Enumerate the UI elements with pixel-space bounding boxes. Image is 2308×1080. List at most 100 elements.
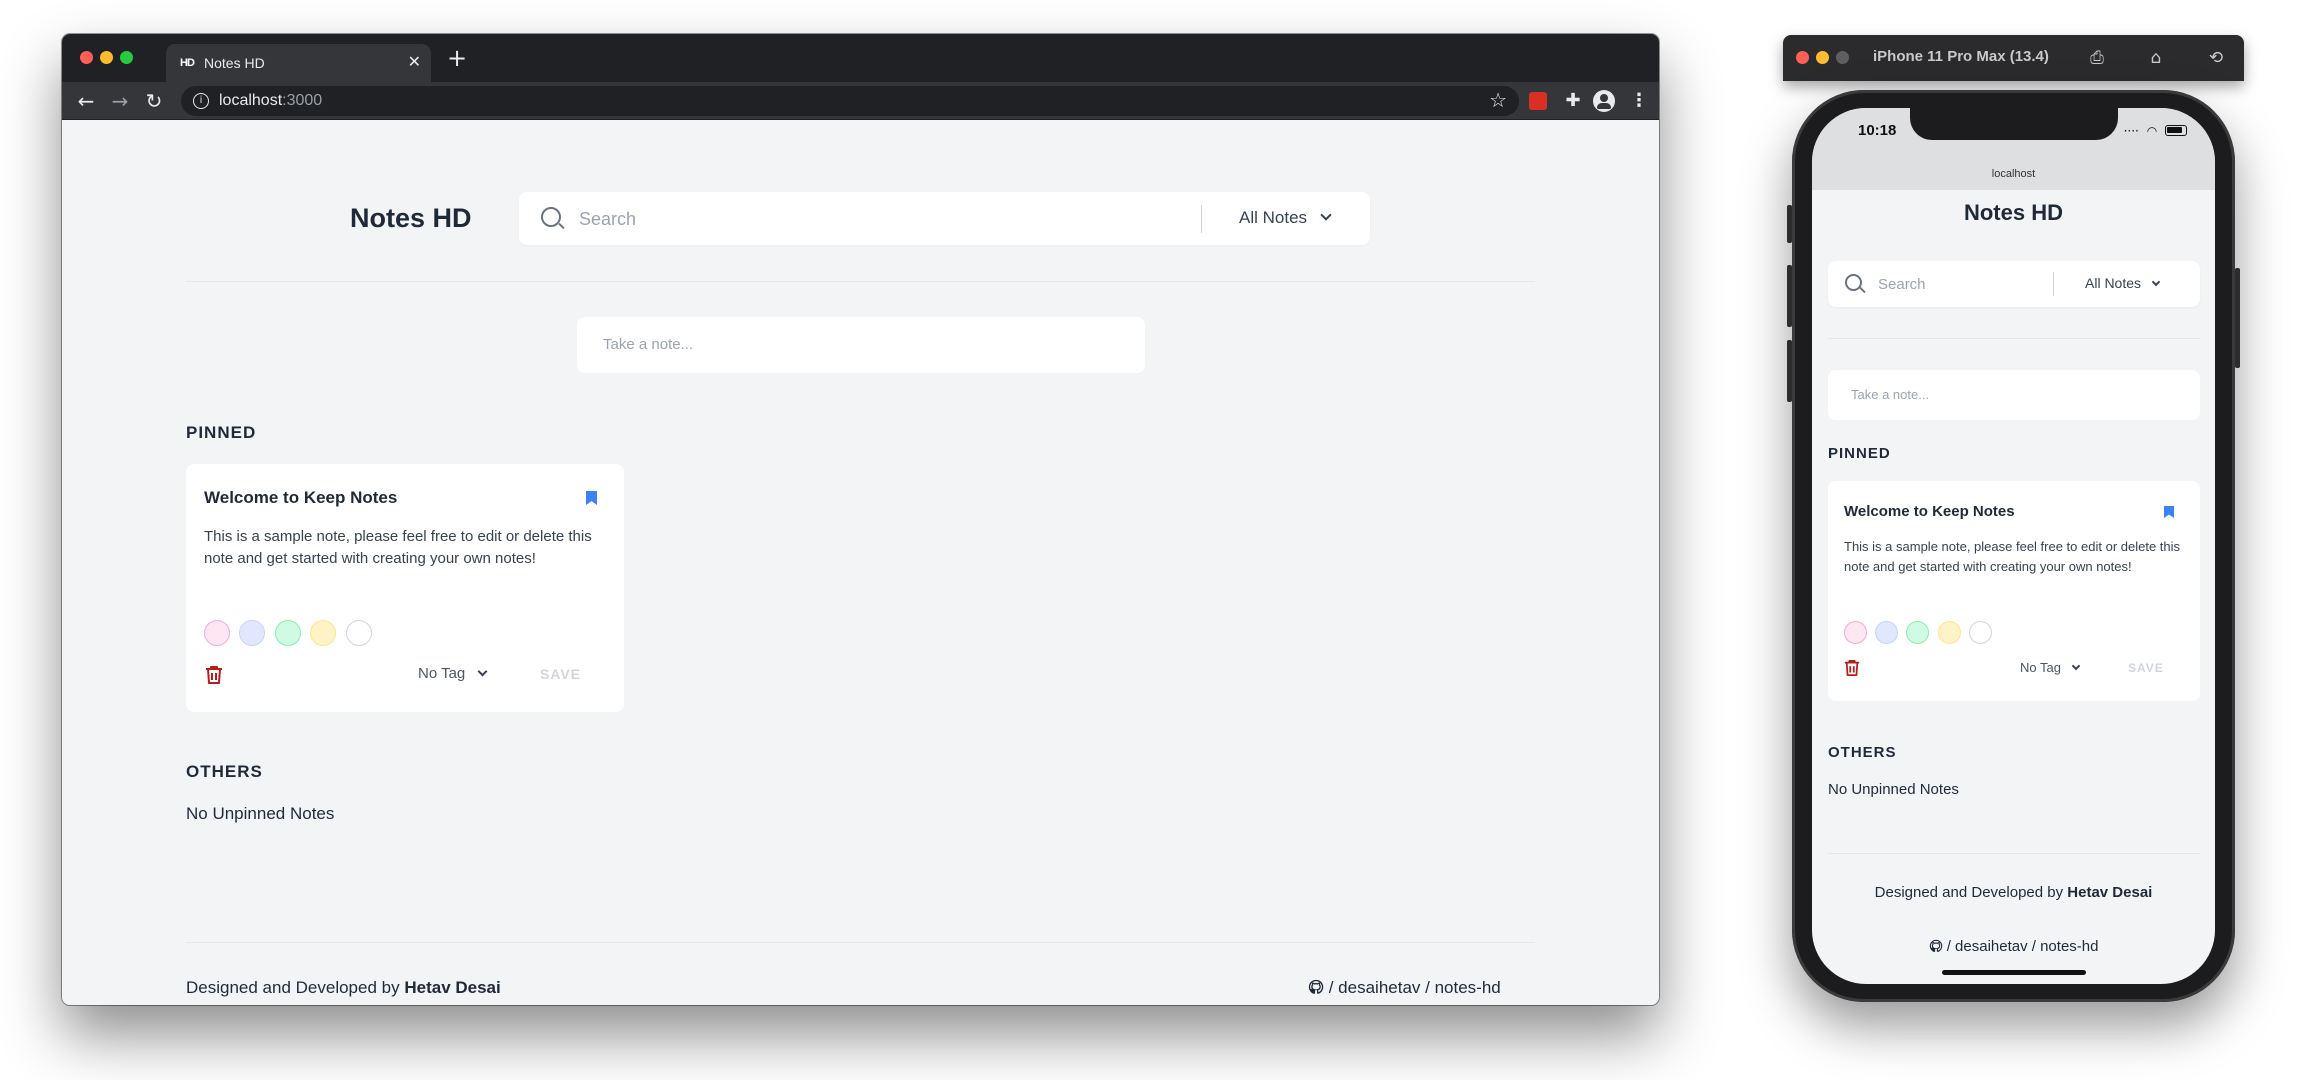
- screenshot-stage: HD Notes HD ✕ + ← → ↻ i localhost:3000 ☆…: [0, 0, 2308, 1080]
- mobile-notes-filter-label: All Notes: [2085, 275, 2142, 291]
- search-input[interactable]: [579, 205, 1179, 233]
- mobile-save-button[interactable]: SAVE: [2128, 661, 2164, 675]
- url-host: localhost: [219, 92, 283, 109]
- search-divider: [1201, 205, 1202, 233]
- status-time: 10:18: [1858, 122, 1897, 139]
- mobile-tag-select-label: No Tag: [2020, 660, 2061, 675]
- browser-menu-icon[interactable]: ⋮: [1627, 89, 1651, 113]
- page-title: Notes HD: [350, 203, 472, 233]
- page-viewport: Notes HD All Notes Take a note... PINNED…: [62, 121, 1659, 1005]
- status-bar: 10:18 ···· ◠ localhost: [1812, 108, 2215, 190]
- mobile-color-swatch-indigo[interactable]: [1875, 621, 1898, 644]
- mobile-header-divider: [1828, 338, 2200, 339]
- take-note-placeholder: Take a note...: [603, 336, 694, 353]
- search-icon: [1845, 274, 1862, 291]
- color-swatch-white[interactable]: [346, 620, 372, 646]
- simulator-device-title: iPhone 11 Pro Max (13.4): [1873, 48, 2049, 65]
- chevron-down-icon: [2151, 277, 2161, 287]
- mobile-footer-credit: Designed and Developed by Hetav Desai: [1812, 884, 2215, 901]
- github-icon: [1929, 939, 1942, 952]
- color-swatch-pink[interactable]: [204, 620, 230, 646]
- minimize-window-button[interactable]: [100, 51, 113, 64]
- simulator-maximize-button[interactable]: [1836, 51, 1849, 64]
- simulator-title-bar: iPhone 11 Pro Max (13.4) ⎙ ⌂ ⟲: [1783, 35, 2244, 81]
- notes-filter-select[interactable]: All Notes: [1239, 208, 1332, 228]
- mobile-color-swatch-yellow[interactable]: [1938, 621, 1961, 644]
- notes-filter-label: All Notes: [1239, 208, 1308, 227]
- footer-credit: Designed and Developed by Hetav Desai: [186, 978, 501, 998]
- bookmark-star-icon[interactable]: ☆: [1489, 88, 1507, 112]
- forward-icon[interactable]: →: [108, 89, 132, 113]
- battery-icon: [2165, 125, 2187, 136]
- back-icon[interactable]: ←: [74, 89, 98, 113]
- close-tab-icon[interactable]: ✕: [408, 52, 421, 72]
- home-icon[interactable]: ⌂: [2145, 47, 2167, 69]
- reload-icon[interactable]: ↻: [142, 89, 166, 113]
- footer-repo-link[interactable]: / desaihetav / notes-hd: [1308, 978, 1501, 998]
- wifi-icon: ◠: [2146, 124, 2158, 138]
- url-text: localhost:3000: [219, 92, 322, 110]
- rotate-icon[interactable]: ⟲: [2205, 47, 2227, 69]
- github-icon: [1308, 979, 1324, 994]
- mobile-pin-bookmark-icon[interactable]: [2164, 506, 2174, 518]
- mobile-note-title[interactable]: Welcome to Keep Notes: [1844, 503, 2015, 520]
- browser-tab[interactable]: HD Notes HD ✕: [166, 44, 431, 82]
- search-icon: [541, 207, 561, 227]
- footer-author-link[interactable]: Hetav Desai: [404, 978, 500, 997]
- mobile-color-swatch-white[interactable]: [1969, 621, 1992, 644]
- take-note-input[interactable]: Take a note...: [577, 317, 1145, 373]
- mobile-note-body[interactable]: This is a sample note, please feel free …: [1844, 537, 2184, 576]
- phone-volume-up: [1787, 265, 1792, 327]
- mobile-note-card[interactable]: Welcome to Keep Notes This is a sample n…: [1828, 481, 2200, 701]
- new-tab-button[interactable]: +: [447, 46, 467, 70]
- simulator-close-button[interactable]: [1796, 51, 1809, 64]
- screenshot-icon[interactable]: ⎙: [2086, 47, 2108, 69]
- mobile-search-bar: All Notes: [1828, 261, 2200, 307]
- maximize-window-button[interactable]: [120, 51, 133, 64]
- mobile-search-input[interactable]: [1878, 272, 2038, 296]
- puzzle-extensions-icon[interactable]: ✚: [1561, 89, 1585, 113]
- mobile-footer-divider: [1828, 853, 2200, 854]
- mobile-tag-select[interactable]: No Tag: [2020, 660, 2080, 675]
- tag-select-label: No Tag: [418, 665, 466, 682]
- mobile-footer-author-link[interactable]: Hetav Desai: [2067, 884, 2152, 901]
- site-info-icon[interactable]: i: [193, 93, 209, 109]
- color-swatch-indigo[interactable]: [239, 620, 265, 646]
- no-unpinned-text: No Unpinned Notes: [186, 804, 335, 823]
- mobile-no-unpinned-text: No Unpinned Notes: [1828, 781, 1959, 798]
- pin-bookmark-icon[interactable]: [586, 491, 597, 505]
- color-swatch-green[interactable]: [275, 620, 301, 646]
- chevron-down-icon: [1320, 209, 1332, 221]
- color-swatch-yellow[interactable]: [310, 620, 336, 646]
- mobile-delete-trash-icon[interactable]: [1844, 659, 1860, 677]
- chevron-down-icon: [477, 666, 488, 677]
- delete-trash-icon[interactable]: [205, 665, 223, 685]
- mobile-footer-repo-link[interactable]: / desaihetav / notes-hd: [1812, 938, 2215, 955]
- browser-window: HD Notes HD ✕ + ← → ↻ i localhost:3000 ☆…: [62, 34, 1659, 1005]
- phone-mute-switch: [1787, 205, 1792, 243]
- simulator-minimize-button[interactable]: [1816, 51, 1829, 64]
- phone-power-button: [2235, 268, 2240, 368]
- mobile-color-swatch-green[interactable]: [1906, 621, 1929, 644]
- save-button[interactable]: SAVE: [540, 666, 581, 682]
- mobile-take-note-input[interactable]: Take a note...: [1828, 370, 2200, 420]
- mobile-page-title: Notes HD: [1963, 200, 2063, 225]
- favicon-icon: HD: [180, 57, 195, 69]
- footer-divider: [186, 942, 1535, 943]
- profile-avatar-icon[interactable]: [1592, 89, 1616, 113]
- extension-icon[interactable]: [1526, 89, 1550, 113]
- note-card[interactable]: Welcome to Keep Notes This is a sample n…: [186, 464, 624, 712]
- home-indicator[interactable]: [1942, 970, 2086, 975]
- status-icons: ···· ◠: [2124, 124, 2187, 138]
- mobile-notes-filter-select[interactable]: All Notes: [2085, 275, 2161, 291]
- tag-select[interactable]: No Tag: [418, 665, 488, 682]
- address-bar[interactable]: i localhost:3000 ☆: [181, 86, 1519, 116]
- note-body[interactable]: This is a sample note, please feel free …: [204, 526, 604, 570]
- signal-icon: ····: [2123, 124, 2139, 138]
- tab-title: Notes HD: [204, 55, 265, 71]
- mobile-url-text: localhost: [1991, 168, 2036, 180]
- close-window-button[interactable]: [80, 51, 93, 64]
- phone-frame: 10:18 ···· ◠ localhost Notes HD All Note…: [1787, 90, 2240, 1002]
- note-title[interactable]: Welcome to Keep Notes: [204, 488, 397, 508]
- mobile-color-swatch-pink[interactable]: [1844, 621, 1867, 644]
